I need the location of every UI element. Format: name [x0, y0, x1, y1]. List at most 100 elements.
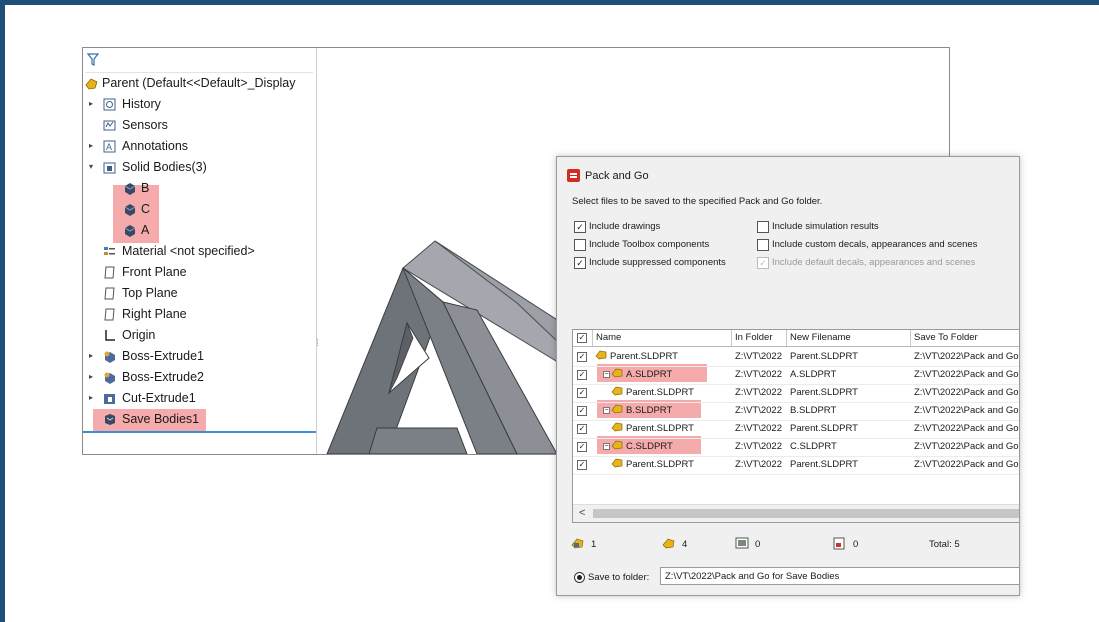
include-drawings-checkbox[interactable]: ✓ [574, 221, 586, 233]
tree-item-boss-extrude1[interactable]: ▸ Boss-Extrude1 [83, 346, 316, 367]
cell-in-folder: Z:\VT\2022 [735, 441, 782, 452]
part-icon [611, 440, 623, 450]
solid-body-icon [124, 183, 136, 195]
tree-bottom-divider [83, 431, 316, 433]
tree-item-body-c[interactable]: C [83, 199, 316, 220]
tree-item-label: C [141, 202, 151, 216]
expand-arrow-icon[interactable]: ▸ [89, 141, 93, 150]
cell-new-filename: B.SLDPRT [790, 405, 837, 416]
solidworks-logo-icon [567, 169, 580, 182]
tree-item-annotations[interactable]: ▸ A Annotations [83, 136, 316, 157]
expand-arrow-icon[interactable]: ▸ [89, 393, 93, 402]
select-all-checkbox[interactable]: ✓ [577, 333, 587, 343]
row-checkbox[interactable]: ✓ [577, 352, 587, 362]
include-default-decals-checkbox: ✓ [757, 257, 769, 269]
filter-bar[interactable] [85, 50, 313, 73]
horizontal-scrollbar[interactable]: < [573, 504, 1019, 522]
cell-save-to-folder: Z:\VT\2022\Pack and Go [914, 459, 1019, 470]
scroll-left-icon[interactable]: < [579, 507, 585, 519]
material-icon [104, 247, 115, 255]
row-checkbox[interactable]: ✓ [577, 442, 587, 452]
tree-item-save-bodies1[interactable]: Save Bodies1 [83, 409, 316, 430]
boss-extrude-icon [104, 351, 115, 363]
cell-new-filename: Parent.SLDPRT [790, 351, 858, 362]
tree-item-right-plane[interactable]: Right Plane [83, 304, 316, 325]
row-checkbox[interactable]: ✓ [577, 424, 587, 434]
table-row[interactable]: ✓ − A.SLDPRT Z:\VT\2022 A.SLDPRT Z:\VT\2022\P… [573, 366, 1019, 385]
summary-other: 0 [833, 537, 858, 553]
tree-item-parent[interactable]: Parent (Default<<Default>_Display [83, 73, 316, 94]
column-header-new-filename[interactable]: New Filename [787, 330, 911, 346]
tree-item-origin[interactable]: Origin [83, 325, 316, 346]
collapse-toggle-icon[interactable]: − [603, 407, 610, 414]
include-suppressed-checkbox[interactable]: ✓ [574, 257, 586, 269]
tree-item-label: Material <not specified> [122, 244, 255, 258]
table-row[interactable]: ✓ Parent.SLDPRT Z:\VT\2022 Parent.SLDPRT Z:\… [573, 348, 1019, 367]
cell-in-folder: Z:\VT\2022 [735, 351, 782, 362]
tree-item-label: Boss-Extrude2 [122, 370, 204, 384]
plane-icon [104, 266, 115, 279]
cell-save-to-folder: Z:\VT\2022\Pack and Go [914, 441, 1019, 452]
row-checkbox[interactable]: ✓ [577, 388, 587, 398]
save-to-folder-radio[interactable] [574, 572, 585, 583]
row-checkbox[interactable]: ✓ [577, 406, 587, 416]
expand-arrow-icon[interactable]: ▸ [89, 351, 93, 360]
annotations-icon: A [103, 140, 116, 153]
collapse-toggle-icon[interactable]: − [603, 443, 610, 450]
other-file-icon [833, 537, 845, 550]
tree-item-label: Cut-Extrude1 [122, 391, 196, 405]
column-header-save-to-folder[interactable]: Save To Folder [911, 330, 1019, 346]
collapse-toggle-icon[interactable]: − [603, 371, 610, 378]
cut-extrude-icon [104, 394, 115, 404]
solid-body-icon [124, 225, 136, 237]
cell-in-folder: Z:\VT\2022 [735, 369, 782, 380]
table-row[interactable]: ✓ − C.SLDPRT Z:\VT\2022 C.SLDPRT Z:\VT\2022\P… [573, 438, 1019, 457]
include-simulation-checkbox[interactable] [757, 221, 769, 233]
tree-item-sensors[interactable]: Sensors [83, 115, 316, 136]
tree-item-solid-bodies[interactable]: ▾ Solid Bodies(3) [83, 157, 316, 178]
cell-name: Parent.SLDPRT [610, 351, 678, 362]
frame-top-border [0, 0, 1099, 5]
save-to-folder-input[interactable]: Z:\VT\2022\Pack and Go for Save Bodies [660, 567, 1019, 585]
drawings-count: 0 [755, 539, 761, 550]
cell-save-to-folder: Z:\VT\2022\Pack and Go [914, 387, 1019, 398]
tree-item-body-a[interactable]: A [83, 220, 316, 241]
part-icon [595, 350, 607, 360]
tree-item-label: Right Plane [122, 307, 187, 321]
tree-item-cut-extrude1[interactable]: ▸ Cut-Extrude1 [83, 388, 316, 409]
column-header-in-folder[interactable]: In Folder [732, 330, 787, 346]
tree-item-label: Top Plane [122, 286, 178, 300]
plane-icon [104, 308, 115, 321]
total-count: Total: 5 [929, 539, 960, 550]
column-header-name[interactable]: Name [593, 330, 732, 346]
tree-item-material[interactable]: Material <not specified> [83, 241, 316, 262]
collapse-arrow-icon[interactable]: ▾ [89, 162, 93, 171]
tree-item-body-b[interactable]: B [83, 178, 316, 199]
include-toolbox-checkbox[interactable] [574, 239, 586, 251]
tree-item-front-plane[interactable]: Front Plane [83, 262, 316, 283]
expand-arrow-icon[interactable]: ▸ [89, 99, 93, 108]
include-custom-decals-checkbox[interactable] [757, 239, 769, 251]
header-select-all[interactable]: ✓ [573, 330, 593, 346]
tree-item-label: Origin [122, 328, 156, 342]
row-checkbox[interactable]: ✓ [577, 460, 587, 470]
tree-item-label: Solid Bodies(3) [122, 160, 207, 174]
expand-arrow-icon[interactable]: ▸ [89, 372, 93, 381]
cell-save-to-folder: Z:\VT\2022\Pack and Go [914, 369, 1019, 380]
filter-icon[interactable] [87, 53, 99, 67]
tree-item-top-plane[interactable]: Top Plane [83, 283, 316, 304]
cell-name: A.SLDPRT [626, 369, 673, 380]
scroll-thumb[interactable] [593, 509, 1019, 518]
sensors-icon [103, 120, 116, 131]
table-row[interactable]: ✓ Parent.SLDPRT Z:\VT\2022 Parent.SLDPRT Z:\… [573, 420, 1019, 439]
cell-name: Parent.SLDPRT [626, 387, 694, 398]
tree-item-history[interactable]: ▸ History [83, 94, 316, 115]
summary-parts: 1 [571, 537, 596, 553]
frame-left-border [0, 0, 5, 622]
tree-item-label: Annotations [122, 139, 189, 153]
row-checkbox[interactable]: ✓ [577, 370, 587, 380]
tree-item-boss-extrude2[interactable]: ▸ Boss-Extrude2 [83, 367, 316, 388]
table-row[interactable]: ✓ Parent.SLDPRT Z:\VT\2022 Parent.SLDPRT Z:\… [573, 384, 1019, 403]
table-row[interactable]: ✓ − B.SLDPRT Z:\VT\2022 B.SLDPRT Z:\VT\2022\P… [573, 402, 1019, 421]
table-row[interactable]: ✓ Parent.SLDPRT Z:\VT\2022 Parent.SLDPRT Z:\… [573, 456, 1019, 475]
